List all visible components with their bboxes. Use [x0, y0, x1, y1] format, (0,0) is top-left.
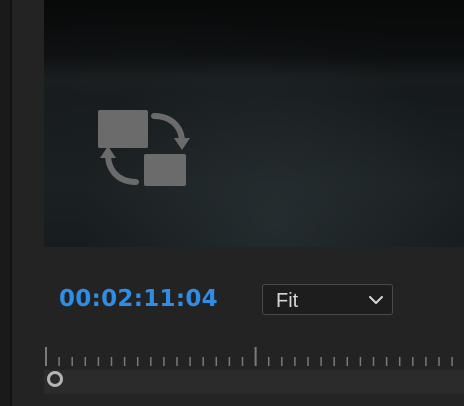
left-panel-edge	[0, 0, 10, 406]
playhead-handle[interactable]	[47, 371, 63, 387]
panel-divider[interactable]	[10, 0, 12, 406]
flip-swap-icon[interactable]	[96, 108, 190, 188]
program-monitor-panel: 00:02:11:04 Fit	[0, 0, 464, 406]
chevron-down-icon	[369, 296, 383, 304]
zoom-level-dropdown[interactable]: Fit	[262, 284, 393, 315]
video-floor-region	[44, 56, 464, 96]
zoom-level-value: Fit	[276, 290, 299, 312]
time-ruler[interactable]	[44, 344, 464, 370]
playhead-timecode[interactable]: 00:02:11:04	[59, 286, 218, 312]
scrub-track[interactable]	[44, 370, 464, 394]
